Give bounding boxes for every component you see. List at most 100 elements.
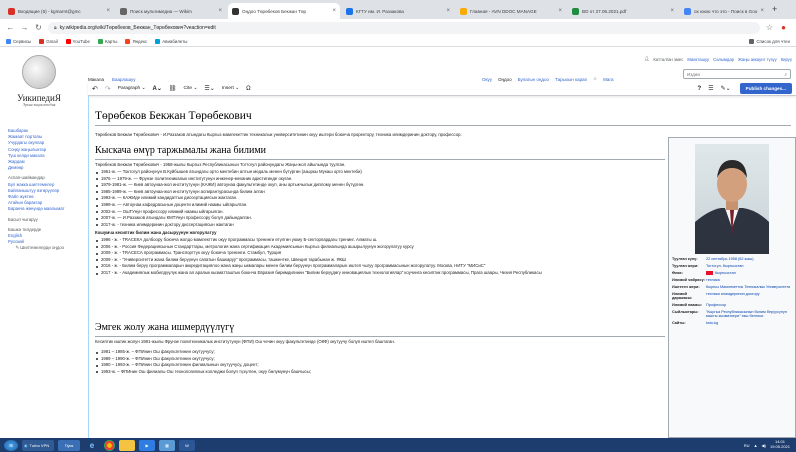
start-button[interactable]: ⊞ bbox=[4, 439, 18, 451]
sidebar-link[interactable]: Демөөр bbox=[8, 165, 78, 171]
wikipedia-globe-icon bbox=[22, 55, 56, 89]
bookmark-flights[interactable]: Авиабилеты bbox=[155, 38, 187, 44]
list-item[interactable]: 1976 — 1979-ж. — Фрунзе политехникалык и… bbox=[95, 176, 665, 183]
list-item[interactable]: 1999-ж. — Автоунаа кафедрасынын доценти … bbox=[95, 202, 665, 209]
list-item[interactable]: 2017 - ж. - Академиялык мобилдүүлүк жана… bbox=[95, 270, 665, 277]
tab-pdf[interactable]: ВО от 27.05.2021.pdf × bbox=[568, 3, 678, 19]
plane-icon bbox=[155, 38, 161, 44]
list-item[interactable]: 2006 - ж. - Россия Федерациясынын Станда… bbox=[95, 244, 665, 251]
list-item[interactable]: 1961-ж. — Токтогул районунун В.Куйбышев … bbox=[95, 169, 665, 176]
cite-button[interactable]: Cite ⌄ bbox=[184, 86, 198, 91]
bookmark-services[interactable]: Сервисы bbox=[6, 38, 31, 44]
bookmark-youtube[interactable]: YouTube bbox=[65, 38, 90, 44]
login-link[interactable]: Кирүү bbox=[781, 57, 792, 62]
create-account-link[interactable]: Жаңы аккаунт түзүү bbox=[738, 57, 777, 62]
star-icon[interactable]: ☆ bbox=[765, 23, 774, 32]
volume-icon[interactable]: ◀︎) bbox=[762, 443, 766, 448]
youtube-icon bbox=[65, 38, 71, 44]
talk-link[interactable]: Маекташуу bbox=[687, 57, 709, 62]
chrome-icon[interactable] bbox=[104, 439, 115, 451]
search-input[interactable]: Издөө ⌕ bbox=[683, 69, 791, 79]
list-item[interactable]: 1981 – 1985-ж. – ФПИнин Ош факультетинин… bbox=[95, 349, 665, 356]
tab-google-search[interactable]: ох ююю что это - Поиск в Goo × bbox=[680, 3, 768, 19]
media-player-icon[interactable]: ▶ bbox=[139, 439, 155, 451]
close-icon[interactable]: × bbox=[670, 8, 674, 14]
close-icon[interactable]: × bbox=[558, 8, 562, 14]
reload-icon[interactable]: ↻ bbox=[34, 23, 43, 32]
list-item[interactable]: 1996 - ж. - TRACEКА долбоору боюнча жолд… bbox=[95, 237, 665, 244]
infobox-row: Илимий чөйрөсү: техника bbox=[672, 278, 720, 282]
section-heading-bio[interactable]: Кыскача өмүр таржымалы жана билими bbox=[95, 145, 266, 156]
list-item[interactable]: 2017-ж. - техника илимдеринин доктору ди… bbox=[95, 222, 665, 229]
list-item[interactable]: 2016 - ж. - Билим берүү программаларын а… bbox=[95, 263, 665, 270]
bookmark-gmail[interactable]: Gmail bbox=[39, 38, 58, 44]
bookmark-maps[interactable]: Карты bbox=[97, 38, 117, 44]
special-character-icon[interactable]: Ω bbox=[246, 86, 251, 92]
taskbar-turbo-vpn[interactable]: ◉ Turbo VPN bbox=[22, 439, 54, 451]
tab-gmail[interactable]: Входящие (6) - kgmarnt@gmc × bbox=[4, 3, 114, 19]
tab-wikipedia-edit[interactable]: Оңдоо Төрөбеков Бекжан Төр × bbox=[228, 3, 340, 19]
list-item[interactable]: 1990 – 1993-ж. – ФПИнин Ош факультетинин… bbox=[95, 362, 665, 369]
undo-icon[interactable]: ↶ bbox=[92, 85, 98, 93]
app-icon[interactable]: ▦ bbox=[159, 439, 175, 451]
reading-list[interactable]: Список для чтен bbox=[749, 38, 790, 44]
new-tab-button[interactable]: + bbox=[772, 4, 777, 14]
text-style-icon[interactable]: A⌄ bbox=[153, 85, 162, 92]
help-icon[interactable]: ? bbox=[698, 86, 702, 92]
paragraph-format-dropdown[interactable]: Paragraph ⌄ bbox=[118, 86, 146, 91]
subsection-heading[interactable]: Кошумча кесиптик билим жана дасыруунун ж… bbox=[95, 230, 665, 237]
work-list: 1981 – 1985-ж. – ФПИнин Ош факультетинин… bbox=[95, 349, 665, 375]
menu-icon[interactable]: ☰ bbox=[708, 85, 713, 92]
wikipedia-logo[interactable]: УикипедиЯ Эркин энциклопедия bbox=[10, 55, 68, 115]
list-item[interactable]: 2002-ж. — ОшТУнун профессору илимий наам… bbox=[95, 209, 665, 216]
list-icon[interactable]: ☰⌄ bbox=[204, 85, 214, 92]
list-item[interactable]: 1985-1989-ж. — Киев автоунаа-жол институ… bbox=[95, 189, 665, 196]
work-paragraph[interactable]: Кесиптик иштик жолун 1981-жылы Фрунзе по… bbox=[95, 339, 665, 346]
bio-paragraph[interactable]: Төрөбеков Бекжан Төрөбекович - 1958-жылы… bbox=[95, 162, 665, 169]
list-item[interactable]: 2009 - ж. - TRACECA программасы. Транспо… bbox=[95, 250, 665, 257]
close-icon[interactable]: × bbox=[218, 8, 222, 14]
contributions-link[interactable]: Салымдар bbox=[713, 57, 734, 62]
edit-links-button[interactable]: ✎ Шилтемелерди оңдоо bbox=[8, 245, 78, 251]
list-item[interactable]: 2009 - ж. - "Университетти жана билим бе… bbox=[95, 257, 665, 264]
page-title[interactable]: Төрөбеков Бекжан Төрөбекович bbox=[95, 110, 252, 122]
list-item[interactable]: 1993-ж. – ФПИнин Ош филиалы Ош технологи… bbox=[95, 369, 665, 376]
bookmarks-bar: Сервисы Gmail YouTube Карты Яндекс Авиаб… bbox=[0, 36, 796, 47]
tab-wikimedia[interactable]: Поиск мультимедиа — Wikim × bbox=[116, 3, 226, 19]
profile-avatar[interactable]: ● bbox=[779, 23, 788, 32]
list-item[interactable]: 1993-ж. — КАЖИде илимий кандидаттык дисс… bbox=[95, 195, 665, 202]
link-icon[interactable]: ⛓︎ bbox=[169, 85, 177, 92]
forward-icon[interactable]: → bbox=[20, 23, 29, 32]
portrait-image[interactable] bbox=[695, 144, 769, 254]
network-icon[interactable]: ▲ bbox=[754, 443, 758, 448]
list-item[interactable]: 2007-ж. — И.Раззаков атындагы КМТУнун пр… bbox=[95, 215, 665, 222]
back-icon[interactable]: ← bbox=[6, 23, 15, 32]
infobox-row: Туулган жери: Тогтогул, Кыргызстан bbox=[672, 264, 744, 268]
close-icon[interactable]: × bbox=[332, 8, 336, 14]
publish-button[interactable]: Publish changes... bbox=[739, 83, 792, 94]
close-icon[interactable]: × bbox=[106, 8, 110, 14]
taskbar-start-label[interactable]: Пуск bbox=[58, 439, 80, 451]
sidebar-link[interactable]: Баракча жөнүндө маалымат bbox=[8, 206, 78, 212]
tab-avn[interactable]: Главная - AVN DDOC MANAGE × bbox=[456, 3, 566, 19]
language-indicator[interactable]: RU bbox=[744, 443, 750, 448]
close-icon[interactable]: × bbox=[446, 8, 450, 14]
clock[interactable]: 14:01 19.05.2021 bbox=[770, 440, 790, 449]
list-item[interactable]: 1979-1981-ж. — Киев автоунаа-жол институ… bbox=[95, 182, 665, 189]
wikipedia-icon bbox=[232, 7, 239, 15]
insert-dropdown[interactable]: Insert ⌄ bbox=[222, 86, 239, 91]
infobox-row: Сыйлыктары: "Кыргыз Республикасынын билим… bbox=[672, 310, 787, 318]
word-icon[interactable]: W bbox=[179, 439, 195, 451]
list-item[interactable]: 1989 – 1990-ж. – ФПИнин Ош факультетинин… bbox=[95, 356, 665, 363]
section-heading-work[interactable]: Эмгек жолу жана ишмердүүлүгү bbox=[95, 322, 234, 333]
url-input[interactable]: 🔒︎ ky.wikipedia.org/wiki/Төрөбеков_Бекжа… bbox=[48, 21, 760, 34]
pencil-icon[interactable]: ✎⌄ bbox=[721, 85, 731, 92]
redo-icon[interactable]: ↷ bbox=[105, 85, 111, 93]
bookmark-yandex[interactable]: Яндекс bbox=[125, 38, 147, 44]
folder-icon[interactable] bbox=[119, 439, 135, 451]
close-icon[interactable]: × bbox=[760, 8, 764, 14]
ie-icon[interactable]: e bbox=[84, 440, 100, 451]
tab-kstu[interactable]: КГТУ им. И. Раззакова × bbox=[342, 3, 454, 19]
personal-tools: 👤︎ Катталган эмес Маекташуу Салымдар Жаң… bbox=[644, 56, 792, 62]
visual-editor-toolbar: ↶ ↷ Paragraph ⌄ A⌄ ⛓︎ Cite ⌄ ☰⌄ Insert ⌄… bbox=[88, 82, 796, 96]
